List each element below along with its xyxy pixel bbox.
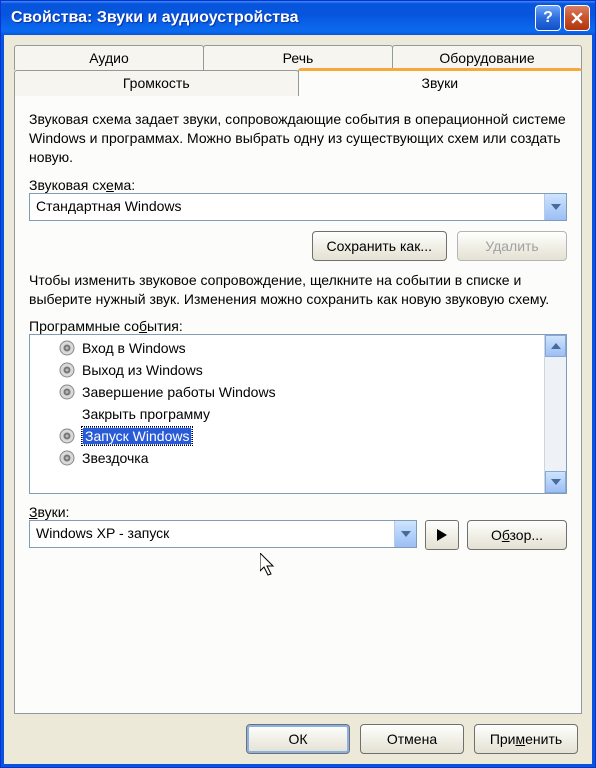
dialog-button-row: ОК Отмена Применить [14,714,582,758]
list-item[interactable]: Завершение работы Windows [30,381,544,403]
scrollbar[interactable] [544,335,566,493]
speaker-icon [58,383,76,401]
sounds-label: Звуки: [29,504,567,520]
speaker-icon [58,427,76,445]
cancel-button[interactable]: Отмена [360,724,464,754]
delete-button: Удалить [457,231,567,261]
speaker-icon [58,339,76,357]
list-item-label: Звездочка [82,450,149,466]
sound-file-dropdown[interactable]: Windows XP - запуск [29,520,417,548]
tab-voice[interactable]: Речь [203,45,393,70]
list-item[interactable]: Закрыть программу [30,403,544,425]
list-item[interactable]: Вход в Windows [30,337,544,359]
chevron-down-icon[interactable] [544,194,566,220]
tab-strip: Аудио Речь Оборудование Громкость Звуки [14,45,582,96]
scheme-description: Звуковая схема задает звуки, сопровождаю… [29,110,567,167]
apply-button[interactable]: Применить [474,724,578,754]
list-item-label: Выход из Windows [82,362,203,378]
tab-sounds[interactable]: Звуки [298,68,583,96]
scheme-value: Стандартная Windows [30,194,544,220]
titlebar[interactable]: Свойства: Звуки и аудиоустройства ? [1,1,595,35]
browse-button[interactable]: Обзор... [467,520,567,550]
tab-volume[interactable]: Громкость [14,70,299,96]
close-icon [571,12,583,24]
list-item-label: Вход в Windows [82,340,186,356]
scheme-dropdown[interactable]: Стандартная Windows [29,193,567,221]
list-item-label: Закрыть программу [82,406,210,422]
ok-button[interactable]: ОК [246,724,350,754]
properties-dialog: Свойства: Звуки и аудиоустройства ? Ауди… [0,0,596,768]
speaker-icon [58,361,76,379]
scroll-track[interactable] [545,357,566,471]
help-button[interactable]: ? [535,5,561,31]
events-listbox[interactable]: Вход в Windows Выход из Windows Завершение… [29,334,567,494]
chevron-down-icon[interactable] [394,521,416,547]
close-button[interactable] [564,5,590,31]
save-as-button[interactable]: Сохранить как... [312,231,447,261]
window-title: Свойства: Звуки и аудиоустройства [11,9,532,27]
events-description: Чтобы изменить звуковое сопровождение, щ… [29,271,567,309]
list-item-label: Завершение работы Windows [82,384,276,400]
list-item-label: Запуск Windows [82,427,192,445]
events-label: Программные события: [29,318,567,334]
client-area: Аудио Речь Оборудование Громкость Звуки … [1,35,595,767]
list-item[interactable]: Звездочка [30,447,544,469]
speaker-icon [58,449,76,467]
sound-file-value: Windows XP - запуск [30,521,394,547]
play-button[interactable] [425,520,459,550]
list-item[interactable]: Запуск Windows [30,425,544,447]
scroll-up-button[interactable] [545,335,566,357]
speaker-icon [58,405,76,423]
sounds-tab-panel: Звуковая схема задает звуки, сопровождаю… [14,95,582,714]
tab-hardware[interactable]: Оборудование [392,45,582,70]
scheme-label: Звуковая схема: [29,177,567,193]
tab-audio[interactable]: Аудио [14,45,204,70]
list-item[interactable]: Выход из Windows [30,359,544,381]
play-icon [437,529,447,541]
scroll-down-button[interactable] [545,471,566,493]
